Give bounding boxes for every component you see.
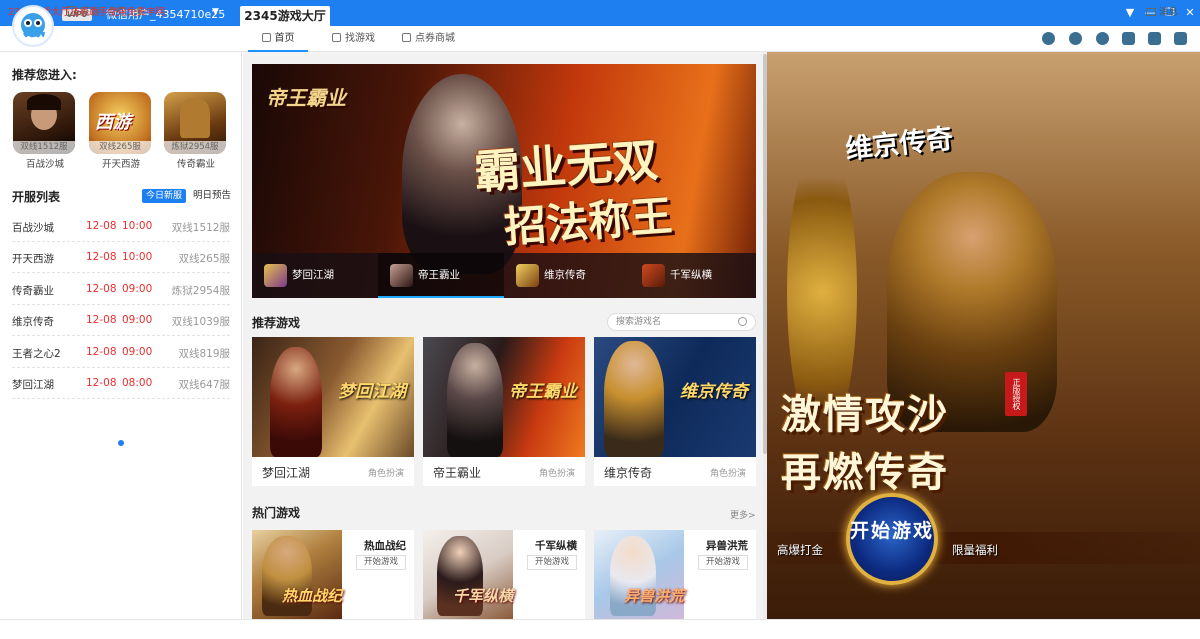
hot-games-title: 热门游戏 (252, 506, 301, 520)
server-row[interactable]: 梦回江湖 12-08 08:00 双线647服 (12, 368, 230, 399)
tab-today-servers[interactable]: 今日新服 (142, 189, 186, 203)
start-game-button[interactable]: 开始游戏 (846, 493, 938, 585)
server-row[interactable]: 开天西游 12-08 10:00 双线265服 (12, 242, 230, 273)
tab-game-lobby[interactable]: 2345游戏大厅 (240, 6, 330, 26)
browser-icon[interactable] (1096, 32, 1109, 45)
game-card[interactable]: 帝王霸业 帝王霸业 角色扮演 (423, 337, 585, 486)
chevron-down-icon[interactable]: ▼ (212, 7, 219, 17)
image-icon (332, 33, 341, 42)
recommend-card[interactable]: 炼狱2954服 传奇霸业 (164, 92, 228, 170)
home-icon (261, 33, 271, 42)
pager-dot[interactable] (118, 440, 124, 446)
server-row[interactable]: 传奇霸业 12-08 09:00 炼狱2954服 (12, 274, 230, 305)
game-thumbnail: 维京传奇 (594, 337, 756, 457)
authorized-badge: 正版授权 (1005, 372, 1027, 416)
start-game-button[interactable]: 开始游戏 (356, 555, 406, 570)
banner-tab[interactable]: 维京传奇 (504, 253, 630, 298)
game-icon (390, 264, 413, 287)
avatar[interactable] (12, 5, 54, 47)
recommend-title: 推荐您进入: (12, 68, 77, 82)
banner-tabs: 梦回江湖 帝王霸业 维京传奇 千军纵横 (252, 253, 756, 298)
game-thumbnail: 梦回江湖 (252, 337, 414, 457)
game-icon (264, 264, 287, 287)
more-link[interactable]: 更多> (730, 508, 756, 521)
game-lobby-window: VIP0 微信用户_4354710e25 ▼ 2345游戏大厅 ▼ — ❐ ✕ … (0, 0, 1200, 639)
hot-game-card[interactable]: 热血战纪 热血战纪 开始游戏 (252, 530, 414, 619)
game-icon: 双线1512服 (13, 92, 75, 154)
search-icon[interactable] (738, 317, 747, 326)
tab-tomorrow-servers[interactable]: 明日预告 (193, 189, 231, 203)
game-icon: 炼狱2954服 (164, 92, 226, 154)
nav-find-games[interactable]: 找游戏 (332, 26, 375, 52)
banner-slogan-2: 招法称王 (502, 191, 674, 252)
globe-icon[interactable] (1042, 32, 1055, 45)
banner-tab[interactable]: 帝王霸业 (378, 253, 504, 298)
recommend-card[interactable]: 双线1512服 百战沙城 (13, 92, 77, 170)
menu-icon[interactable]: ▼ (1120, 3, 1140, 23)
recommend-card[interactable]: 西游 双线265服 开天西游 (89, 92, 153, 170)
nav-points-shop[interactable]: 点券商城 (402, 26, 455, 52)
gift-icon[interactable] (1148, 32, 1161, 45)
game-icon (642, 264, 665, 287)
sub-toolbar (0, 26, 1200, 52)
close-button[interactable]: ✕ (1180, 3, 1200, 23)
ad-panel[interactable]: 维京传奇 正版授权 激情攻沙 再燃传奇 高爆打金 限量福利 开始游戏 (767, 52, 1200, 619)
banner-logo: 帝王霸业 (266, 86, 346, 110)
game-card[interactable]: 梦回江湖 梦回江湖 角色扮演 (252, 337, 414, 486)
server-row[interactable]: 维京传奇 12-08 09:00 双线1039服 (12, 305, 230, 336)
server-row[interactable]: 百战沙城 12-08 10:00 双线1512服 (12, 211, 230, 242)
game-thumbnail: 帝王霸业 (423, 337, 585, 457)
ad-slogan-2: 再燃传奇 (781, 449, 949, 496)
server-row[interactable]: 王者之心2 12-08 09:00 双线819服 (12, 337, 230, 368)
hot-game-card[interactable]: 异兽洪荒 异兽洪荒 开始游戏 (594, 530, 756, 619)
ad-slogan-1: 激情攻沙 (781, 391, 949, 438)
status-bar (0, 619, 1200, 639)
octopus-mascot-icon (21, 13, 45, 38)
server-list-title: 开服列表 (12, 190, 61, 204)
recommended-games-title: 推荐游戏 (252, 316, 301, 330)
game-card[interactable]: 维京传奇 维京传奇 角色扮演 (594, 337, 756, 486)
banner-tab[interactable]: 梦回江湖 (252, 253, 378, 298)
hot-game-card[interactable]: 千军纵横 千军纵横 开始游戏 (423, 530, 585, 619)
start-game-button[interactable]: 开始游戏 (527, 555, 577, 570)
game-icon: 西游 双线265服 (89, 92, 151, 154)
shop-icon (402, 33, 411, 42)
settings-icon[interactable] (1174, 32, 1187, 45)
nav-home[interactable]: 首页 (248, 26, 308, 52)
game-icon (516, 264, 539, 287)
message-icon (1146, 8, 1156, 16)
banner-tab[interactable]: 千军纵横 (630, 253, 756, 298)
start-game-button[interactable]: 开始游戏 (698, 555, 748, 570)
ad-feature-right: 限量福利 (952, 543, 998, 557)
headset-icon[interactable] (1069, 32, 1082, 45)
messages-button[interactable]: 消息 (1146, 4, 1178, 18)
ad-feature-left: 高爆打金 (777, 543, 823, 557)
screenshot-icon[interactable] (1122, 32, 1135, 45)
search-input[interactable]: 搜索游戏名 (607, 313, 756, 331)
